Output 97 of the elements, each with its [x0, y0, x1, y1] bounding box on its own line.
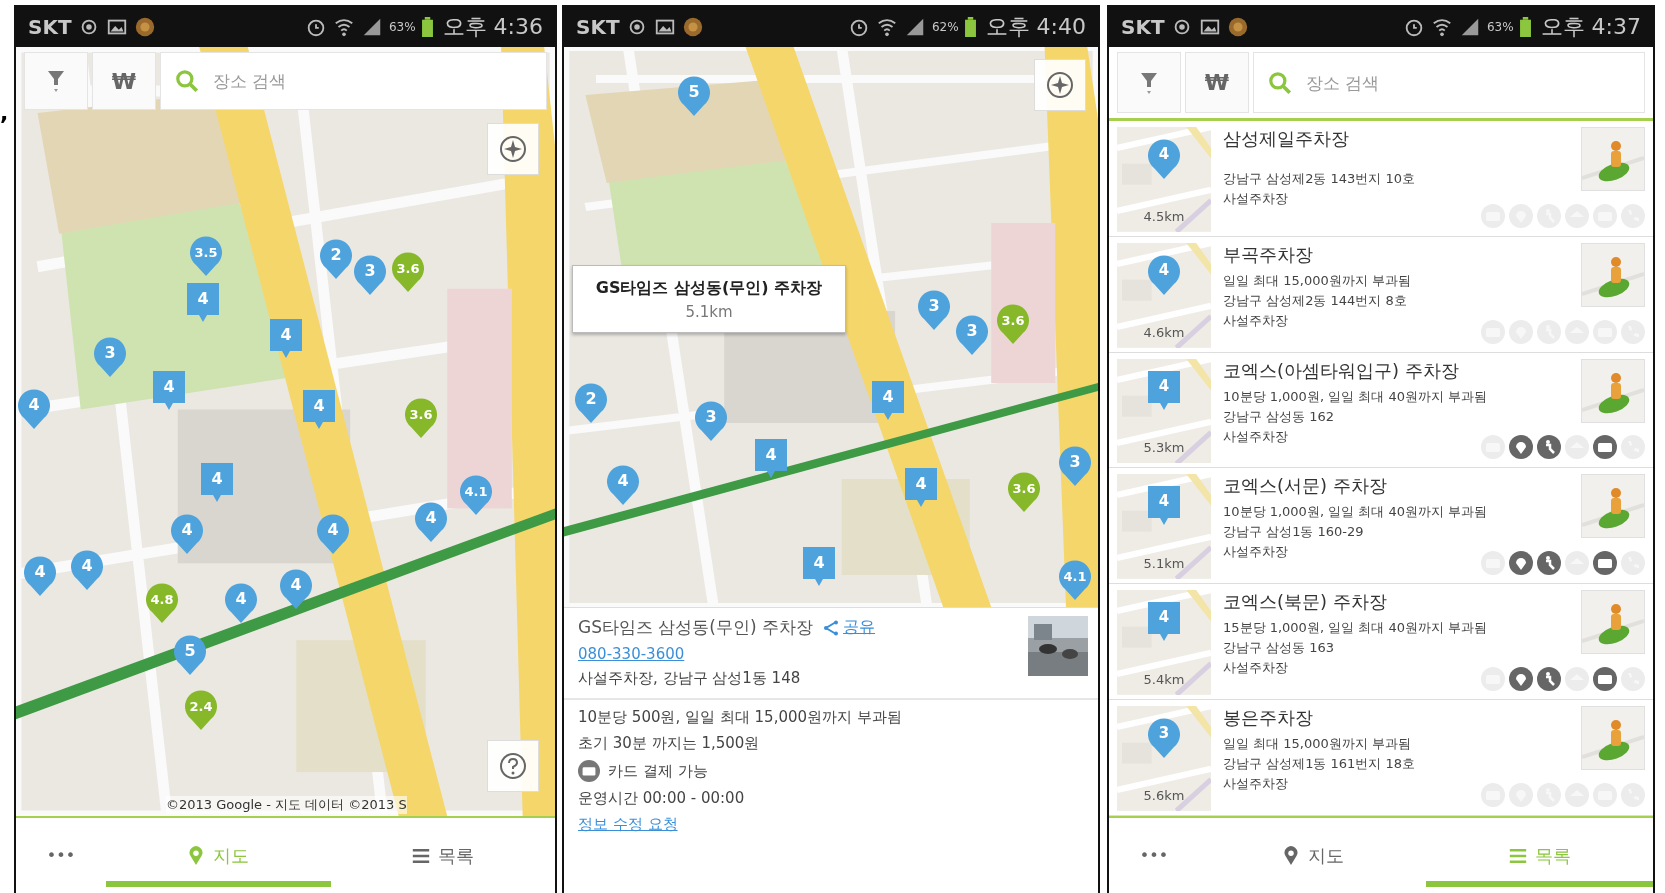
- parking-list-item[interactable]: 4 5.3km 코엑스(아셈타워입구) 주차장 10분당 1,000원, 일일 최대 40원까지 부과됨 강남구 삼성동 162 사설주차장: [1109, 352, 1653, 469]
- parking-detail: 사설주차장: [1223, 775, 1289, 794]
- parking-name: 삼성제일주차장: [1223, 127, 1350, 151]
- wifi-icon: [332, 16, 355, 38]
- currency-button[interactable]: ₩: [1185, 52, 1249, 113]
- carrier-name: SKT: [1121, 15, 1165, 39]
- avatar-icon: [133, 16, 156, 38]
- parking-detail: 강남구 삼성동 163: [1223, 639, 1336, 658]
- share-link[interactable]: 공유: [823, 617, 876, 638]
- edit-request-link[interactable]: 정보 수정 요청: [578, 815, 678, 834]
- search-icon: [1267, 69, 1293, 96]
- pin-icon: [1281, 845, 1300, 866]
- parking-detail: 강남구 삼성제2동 143번지 10호: [1223, 170, 1417, 188]
- price-marker: 4: [1146, 137, 1182, 181]
- currency-button[interactable]: ₩: [92, 52, 156, 110]
- pin-icon: [187, 845, 206, 866]
- help-icon: [498, 751, 528, 781]
- distance-text: 5.4km: [1142, 672, 1186, 688]
- search-field[interactable]: 장소 검색: [1253, 52, 1645, 113]
- parking-name: 봉은주차장: [1223, 706, 1314, 731]
- wifi-icon: [875, 16, 898, 38]
- clock-time: 오후 4:37: [1540, 13, 1641, 41]
- search-icon: [174, 68, 200, 94]
- stray-mark: ,: [0, 100, 9, 125]
- street-view-button[interactable]: [1581, 358, 1645, 423]
- parking-list-item[interactable]: 4 4.5km 삼성제일주차장 강남구 삼성제2동 143번지 10호 사설주차장: [1109, 121, 1653, 237]
- street-view-button[interactable]: [1581, 590, 1645, 655]
- distance-text: 4.5km: [1142, 208, 1186, 224]
- compass-icon: [498, 134, 528, 164]
- help-button[interactable]: [487, 740, 539, 792]
- map-callout[interactable]: GS타임즈 삼성동(무인) 주차장 5.1km: [572, 265, 846, 333]
- parking-detail: 사설주차장: [1223, 190, 1289, 208]
- street-view-button[interactable]: [1581, 127, 1645, 191]
- parking-name: 코엑스(북문) 주차장: [1223, 590, 1388, 615]
- parking-detail: 15분당 1,000원, 일일 최대 40원까지 부과됨: [1223, 619, 1489, 638]
- compass-button[interactable]: [1034, 59, 1086, 111]
- parking-list-item[interactable]: 4 5.1km 코엑스(서문) 주차장 10분당 1,000원, 일일 최대 40원까지 부과됨 강남구 삼성1동 160-29 사설주차장: [1109, 468, 1653, 585]
- clock-time: 오후 4:40: [985, 13, 1086, 41]
- clock-time: 오후 4:36: [442, 13, 543, 41]
- info-text: 초기 30분 까지는 1,500원: [578, 734, 760, 753]
- avatar-icon: [681, 16, 704, 38]
- wifi-icon: [1430, 16, 1453, 38]
- filter-icon: [1139, 70, 1159, 95]
- parking-detail: 사설주차장: [1223, 543, 1289, 562]
- distance-text: 5.6km: [1142, 787, 1186, 803]
- share-icon: [823, 619, 840, 636]
- battery-icon: [421, 17, 433, 37]
- map-marker[interactable]: 3: [916, 288, 953, 332]
- parking-detail: 사설주차장: [1223, 311, 1289, 330]
- battery-icon: [964, 17, 976, 37]
- parking-name: 코엑스(서문) 주차장: [1223, 474, 1388, 499]
- map-marker[interactable]: 3.6: [390, 250, 427, 294]
- battery-percent: 62%: [931, 20, 959, 34]
- parking-detail: 일일 최대 15,000원까지 부과됨: [1223, 735, 1412, 754]
- map-marker[interactable]: 4: [604, 463, 641, 507]
- info-text: 카드 결제 가능: [608, 761, 708, 781]
- distance-text: 5.3km: [1142, 440, 1186, 456]
- phone-link[interactable]: 080-330-3600: [578, 645, 685, 663]
- compass-icon: [1045, 70, 1075, 100]
- battery-percent: 63%: [1486, 20, 1514, 34]
- parking-detail: 강남구 삼성1동 160-29: [1223, 523, 1365, 542]
- parking-detail: 강남구 삼성제2동 144번지 8호: [1223, 291, 1408, 310]
- callout-distance: 5.1km: [685, 302, 733, 321]
- distance-text: 5.1km: [1142, 556, 1186, 572]
- parking-detail: 사설주차장: [1223, 659, 1289, 678]
- parking-list-item[interactable]: 3 5.6km 봉은주차장 일일 최대 15,000원까지 부과됨 강남구 삼성제1동 161번지 18호 사설주차장: [1109, 700, 1653, 816]
- carrier-name: SKT: [576, 15, 620, 39]
- callout-title: GS타임즈 삼성동(무인) 주차장: [595, 277, 823, 299]
- info-text: 운영시간 00:00 - 00:00: [578, 789, 745, 808]
- parking-detail: 강남구 삼성제1동 161번지 18호: [1223, 755, 1417, 774]
- info-text: 10분당 500원, 일일 최대 15,000원까지 부과됨: [578, 708, 902, 727]
- place-address: 사설주차장, 강남구 삼성1동 148: [578, 669, 802, 688]
- filter-button[interactable]: [24, 52, 88, 110]
- parking-list-item[interactable]: 4 4.6km 부곡주차장 일일 최대 15,000원까지 부과됨 강남구 삼성제2동 144번지 8호 사설주차장: [1109, 236, 1653, 353]
- card-icon: [578, 760, 600, 782]
- street-view-button[interactable]: [1581, 242, 1645, 307]
- parking-detail: 강남구 삼성동 162: [1223, 407, 1336, 426]
- parking-detail: 사설주차장: [1223, 427, 1289, 446]
- filter-icon: [46, 69, 66, 93]
- parking-detail: 일일 최대 15,000원까지 부과됨: [1223, 271, 1412, 290]
- parking-name: 부곡주차장: [1223, 242, 1314, 267]
- compass-button[interactable]: [487, 123, 539, 175]
- battery-icon: [1519, 17, 1531, 37]
- battery-percent: 63%: [388, 20, 416, 34]
- place-title: GS타임즈 삼성동(무인) 주차장: [578, 616, 814, 639]
- parking-list-item[interactable]: 4 5.4km 코엑스(북문) 주차장 15분당 1,000원, 일일 최대 40원까지 부과됨 강남구 삼성동 163 사설주차장: [1109, 584, 1653, 701]
- carrier-name: SKT: [28, 15, 72, 39]
- search-field[interactable]: 장소 검색: [160, 52, 547, 110]
- street-view-button[interactable]: [1581, 706, 1645, 771]
- avatar-icon: [1226, 16, 1249, 38]
- filter-button[interactable]: [1117, 52, 1181, 113]
- distance-text: 4.6km: [1142, 324, 1186, 340]
- street-view-button[interactable]: [1581, 474, 1645, 539]
- parking-name: 코엑스(아셈타워입구) 주차장: [1223, 358, 1460, 383]
- map-attribution: ©2013 Google - 지도 데이터 ©2013 S: [166, 796, 407, 814]
- parking-detail: 10분당 1,000원, 일일 최대 40원까지 부과됨: [1223, 387, 1489, 406]
- parking-detail: 10분당 1,000원, 일일 최대 40원까지 부과됨: [1223, 503, 1489, 522]
